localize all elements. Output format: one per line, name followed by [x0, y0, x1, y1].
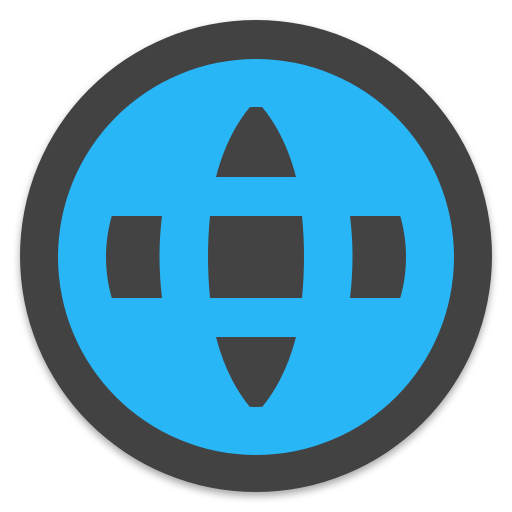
globe-icon-graphic: [20, 20, 492, 492]
app-icon[interactable]: [0, 0, 512, 512]
